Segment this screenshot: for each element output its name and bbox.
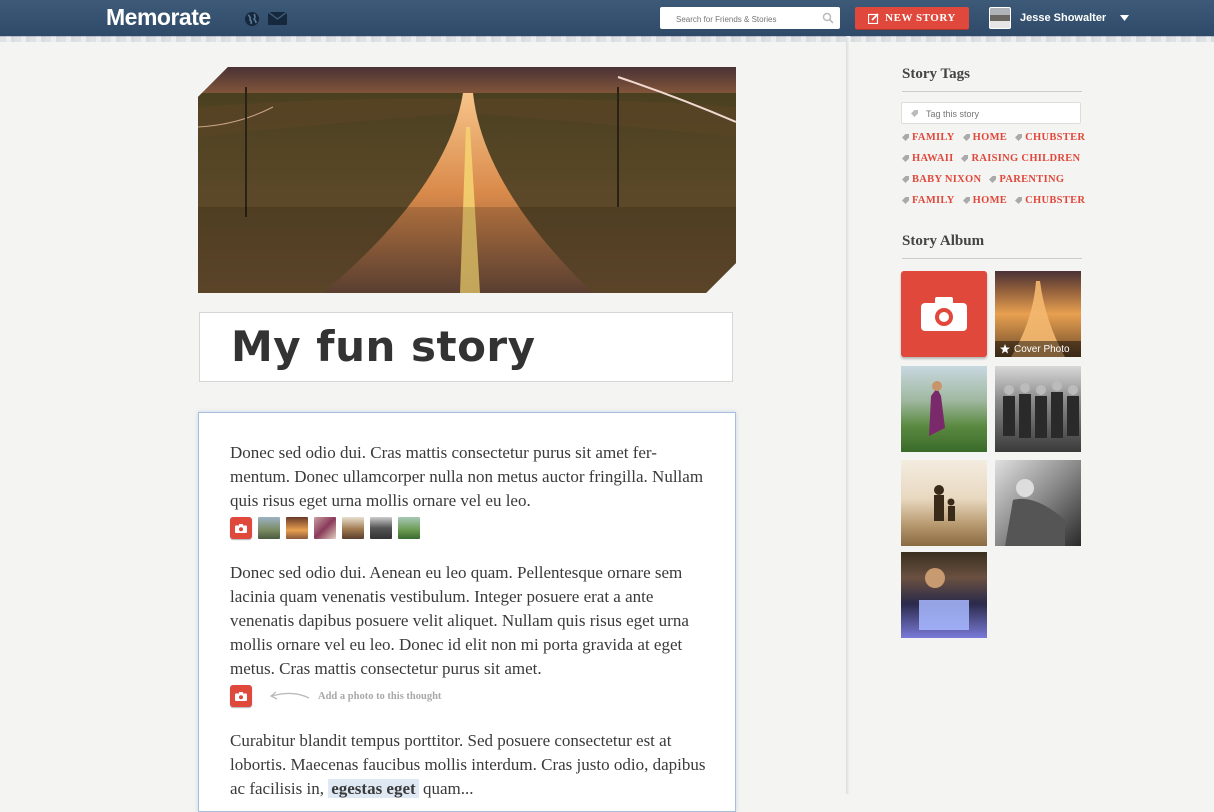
tag-chip[interactable]: HOME [962, 132, 1008, 143]
search-icon[interactable] [822, 12, 834, 24]
tag-chip[interactable]: FAMILY [902, 132, 955, 143]
cover-photo-label: Cover Photo [1014, 343, 1070, 355]
story-body-editor[interactable]: Donec sed odio dui. Cras mattis consecte… [198, 412, 736, 812]
photo-thumbnail[interactable] [258, 517, 280, 539]
tag-icon [962, 197, 970, 204]
camera-icon [921, 297, 967, 331]
album-photo[interactable] [901, 366, 987, 452]
tag-label: FAMILY [912, 195, 955, 206]
tag-label: HOME [972, 132, 1008, 143]
globe-icon[interactable] [244, 11, 260, 27]
road-illustration [198, 67, 736, 293]
tag-icon [902, 134, 909, 141]
tag-input-box[interactable] [901, 102, 1081, 124]
add-photo-hint: Add a photo to this thought [230, 685, 441, 707]
search-input[interactable] [674, 8, 828, 30]
tag-row: BABY NIXON PARENTING [902, 174, 1064, 185]
rule [902, 91, 1082, 92]
tag-icon [962, 134, 970, 141]
tag-chip[interactable]: RAISING CHILDREN [961, 153, 1080, 164]
story-paragraph-2[interactable]: Donec sed odio dui. Aenean eu leo quam. … [230, 561, 710, 681]
paragraph-photo-strip [230, 517, 420, 539]
paragraph-3-end: quam... [418, 779, 474, 798]
album-photo[interactable] [995, 366, 1081, 452]
tag-chip[interactable]: FAMILY [902, 195, 955, 206]
story-album-title: Story Album [902, 233, 985, 249]
tag-label: HAWAII [912, 153, 954, 164]
tag-icon [911, 110, 918, 117]
tag-label: HOME [972, 195, 1008, 206]
photo-thumbnail[interactable] [398, 517, 420, 539]
girl-photo [929, 381, 945, 436]
logo[interactable]: Memorate [106, 4, 211, 31]
tag-row: FAMILY HOME CHUBSTER [902, 132, 1085, 143]
tag-row: HAWAII RAISING CHILDREN [902, 153, 1080, 164]
user-menu[interactable]: Jesse Showalter [989, 7, 1106, 29]
tag-label: PARENTING [999, 174, 1065, 185]
rule [902, 258, 1082, 259]
mail-icon[interactable] [268, 12, 287, 25]
tag-chip[interactable]: HAWAII [902, 153, 953, 164]
tag-chip[interactable]: BABY NIXON [902, 174, 981, 185]
tag-icon [902, 176, 909, 183]
group-photo [1003, 381, 1079, 438]
album-photo[interactable] [901, 552, 987, 638]
tag-label: RAISING CHILDREN [971, 153, 1081, 164]
sidebar-divider [846, 36, 850, 794]
album-photo-cover[interactable]: Cover Photo [995, 271, 1081, 357]
tag-label: CHUBSTER [1025, 132, 1086, 143]
album-photo[interactable] [901, 460, 987, 546]
tag-icon [1015, 134, 1023, 141]
tag-chip[interactable]: HOME [962, 195, 1008, 206]
album-add-photo-button[interactable] [901, 271, 987, 357]
story-paragraph-3[interactable]: Curabitur blandit tempus porttitor. Sed … [230, 729, 710, 801]
user-name[interactable]: Jesse Showalter [1020, 12, 1106, 24]
cover-photo-badge: Cover Photo [995, 341, 1081, 357]
selected-text[interactable]: egestas eget [328, 779, 419, 798]
arrow-icon [269, 691, 310, 700]
tag-icon [902, 155, 909, 162]
camera-icon [235, 691, 247, 701]
photo-thumbnail[interactable] [314, 517, 336, 539]
camera-icon [235, 523, 247, 533]
story-title-field[interactable]: My fun story [199, 312, 733, 382]
tag-chip[interactable]: PARENTING [989, 174, 1064, 185]
tag-label: CHUBSTER [1025, 195, 1086, 206]
story-title[interactable]: My fun story [231, 322, 536, 371]
add-photo-button[interactable] [230, 517, 252, 539]
tag-icon [989, 176, 997, 183]
photo-thumbnail[interactable] [342, 517, 364, 539]
photo-thumbnail[interactable] [370, 517, 392, 539]
pencil-icon [868, 12, 879, 24]
new-story-button[interactable]: NEW STORY [855, 7, 969, 29]
header-torn-edge [0, 36, 1214, 42]
father-son-photo [934, 485, 955, 521]
grandma-photo [1005, 479, 1065, 546]
baby-photo [919, 568, 969, 630]
caret-down-icon[interactable] [1120, 15, 1129, 21]
album-photo[interactable] [995, 460, 1081, 546]
add-photo-button[interactable] [230, 685, 252, 707]
new-story-label: NEW STORY [885, 12, 956, 24]
star-icon [1000, 344, 1010, 354]
cover-photo[interactable] [198, 67, 736, 293]
add-photo-hint-text: Add a photo to this thought [318, 690, 442, 702]
tag-icon [902, 197, 909, 204]
tag-label: FAMILY [912, 132, 955, 143]
photo-thumbnail[interactable] [286, 517, 308, 539]
avatar[interactable] [989, 7, 1011, 29]
top-navigation-bar: Memorate NEW STORY Jesse Showalter [0, 0, 1214, 37]
tag-row: FAMILY HOME CHUBSTER [902, 195, 1085, 206]
story-tags-title: Story Tags [902, 66, 970, 82]
story-paragraph-1[interactable]: Donec sed odio dui. Cras mattis consecte… [230, 441, 710, 513]
tag-icon [1015, 197, 1023, 204]
tag-icon [961, 155, 969, 162]
tag-label: BABY NIXON [912, 174, 982, 185]
tag-input[interactable] [924, 105, 1078, 123]
tag-chip[interactable]: CHUBSTER [1015, 195, 1085, 206]
tag-chip[interactable]: CHUBSTER [1015, 132, 1085, 143]
search-box[interactable] [660, 7, 840, 30]
